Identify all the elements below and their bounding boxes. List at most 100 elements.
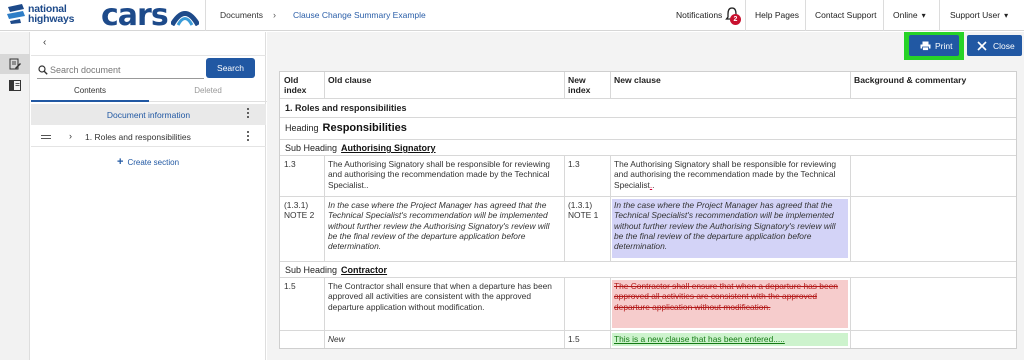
column-divider (850, 330, 851, 348)
heading-label: Heading (285, 123, 319, 133)
close-icon (977, 41, 987, 51)
notifications-count-badge: 2 (730, 14, 741, 25)
column-divider (850, 196, 851, 261)
subheading-label: Sub Heading (285, 265, 338, 275)
online-status-label: Online (893, 10, 918, 20)
column-divider (610, 277, 611, 330)
drag-handle-icon[interactable] (41, 135, 51, 139)
user-menu-dropdown[interactable]: Support User ▾ (950, 10, 1008, 20)
column-header-new-clause: New clause (614, 75, 661, 85)
row-divider (280, 139, 1016, 140)
deleted-clause-cell: The Contractor shall ensure that when a … (614, 281, 838, 312)
header-divider (883, 0, 884, 31)
old-clause-cell: The Contractor shall ensure that when a … (328, 281, 552, 312)
plus-icon: + (117, 156, 124, 168)
breadcrumb-chevron-icon: › (273, 10, 276, 20)
cars-bridge-icon (171, 11, 199, 26)
column-divider (850, 72, 851, 98)
new-clause-cell: In the case where the Project Manager ha… (614, 200, 836, 252)
panel-toggle-rail-button[interactable] (0, 75, 30, 95)
old-clause-cell: In the case where the Project Manager ha… (328, 200, 550, 252)
close-button[interactable]: Close (967, 35, 1022, 56)
old-index-cell: 1.3 (284, 159, 296, 169)
edit-document-icon (9, 58, 21, 70)
more-options-icon[interactable] (246, 108, 250, 120)
heading-value: Responsibilities (322, 122, 407, 134)
help-pages-link[interactable]: Help Pages (755, 10, 799, 20)
subheading-row: Sub Heading Authorising Signatory (285, 143, 1021, 153)
chevron-left-icon[interactable]: ‹ (43, 37, 46, 48)
new-index-cell: 1.3 (568, 159, 580, 169)
old-index-cell: (1.3.1) NOTE 2 (284, 200, 315, 221)
document-information-label: Document information (106, 110, 191, 120)
row-divider (280, 330, 1016, 331)
national-highways-emblem-icon (7, 4, 25, 24)
app-name: cars (101, 0, 169, 33)
cars-logo[interactable]: cars (101, 0, 201, 33)
section-item-label: 1. Roles and responsibilities (85, 132, 191, 142)
column-divider (610, 330, 611, 348)
new-clause-cell: The Authorising Signatory shall be respo… (614, 159, 847, 190)
edit-document-rail-button[interactable] (0, 54, 30, 74)
tab-deleted[interactable]: Deleted (149, 86, 267, 102)
breadcrumb-current[interactable]: Clause Change Summary Example (293, 10, 426, 20)
section-title: 1. Roles and responsibilities (285, 103, 407, 113)
tab-contents[interactable]: Contents (31, 86, 149, 102)
document-navigation-panel: ‹ Search Contents Deleted Document infor… (31, 32, 267, 360)
row-divider (280, 98, 1016, 99)
column-header-new-index: New index (568, 75, 591, 95)
column-divider (564, 330, 565, 348)
column-divider (324, 330, 325, 348)
old-index-cell: 1.5 (284, 281, 296, 291)
row-divider (280, 261, 1016, 262)
search-button[interactable]: Search (206, 58, 255, 78)
close-label: Close (993, 41, 1015, 51)
brand-name: national highways (28, 3, 75, 25)
section-item[interactable]: › 1. Roles and responsibilities (31, 127, 266, 147)
search-field (37, 62, 204, 79)
added-clause-cell: This is a new clause that has been enter… (614, 334, 785, 344)
notifications-link[interactable]: Notifications (676, 10, 722, 20)
column-divider (610, 72, 611, 98)
search-input[interactable] (50, 63, 200, 77)
panel-divider (31, 55, 266, 56)
header-divider (745, 0, 746, 31)
national-highways-logo[interactable]: national highways (6, 3, 88, 28)
column-divider (324, 155, 325, 196)
icon-rail (0, 32, 30, 360)
subheading-row: Sub Heading Contractor (285, 265, 1021, 275)
column-divider (564, 155, 565, 196)
column-header-old-clause: Old clause (328, 75, 372, 85)
app-header: national highways cars Documents › Claus… (0, 0, 1024, 33)
column-divider (850, 155, 851, 196)
heading-row: Heading Responsibilities (285, 122, 1021, 135)
side-panel-icon (9, 79, 21, 91)
header-divider (205, 0, 206, 31)
contact-support-link[interactable]: Contact Support (815, 10, 876, 20)
chevron-down-icon: ▾ (921, 11, 926, 20)
column-divider (324, 72, 325, 98)
document-information-item[interactable]: Document information (31, 104, 266, 125)
create-section-button[interactable]: + Create section (117, 156, 179, 168)
new-index-cell: (1.3.1) NOTE 1 (568, 200, 599, 221)
row-divider (280, 155, 1016, 156)
new-clause-end: . (652, 179, 655, 190)
print-button[interactable]: Print (909, 35, 959, 56)
online-status-dropdown[interactable]: Online ▾ (893, 10, 926, 20)
column-divider (610, 155, 611, 196)
chevron-right-icon[interactable]: › (69, 131, 72, 141)
column-divider (324, 196, 325, 261)
more-options-icon[interactable] (246, 131, 250, 143)
subheading-value: Authorising Signatory (341, 143, 436, 153)
printer-icon (920, 41, 931, 51)
print-label: Print (935, 41, 953, 51)
row-divider (280, 196, 1016, 197)
row-divider (280, 117, 1016, 118)
column-divider (564, 277, 565, 330)
header-divider (805, 0, 806, 31)
column-divider (850, 277, 851, 330)
column-divider (324, 277, 325, 330)
row-divider (280, 277, 1016, 278)
breadcrumb-documents[interactable]: Documents (220, 10, 263, 20)
subheading-value: Contractor (341, 265, 388, 275)
